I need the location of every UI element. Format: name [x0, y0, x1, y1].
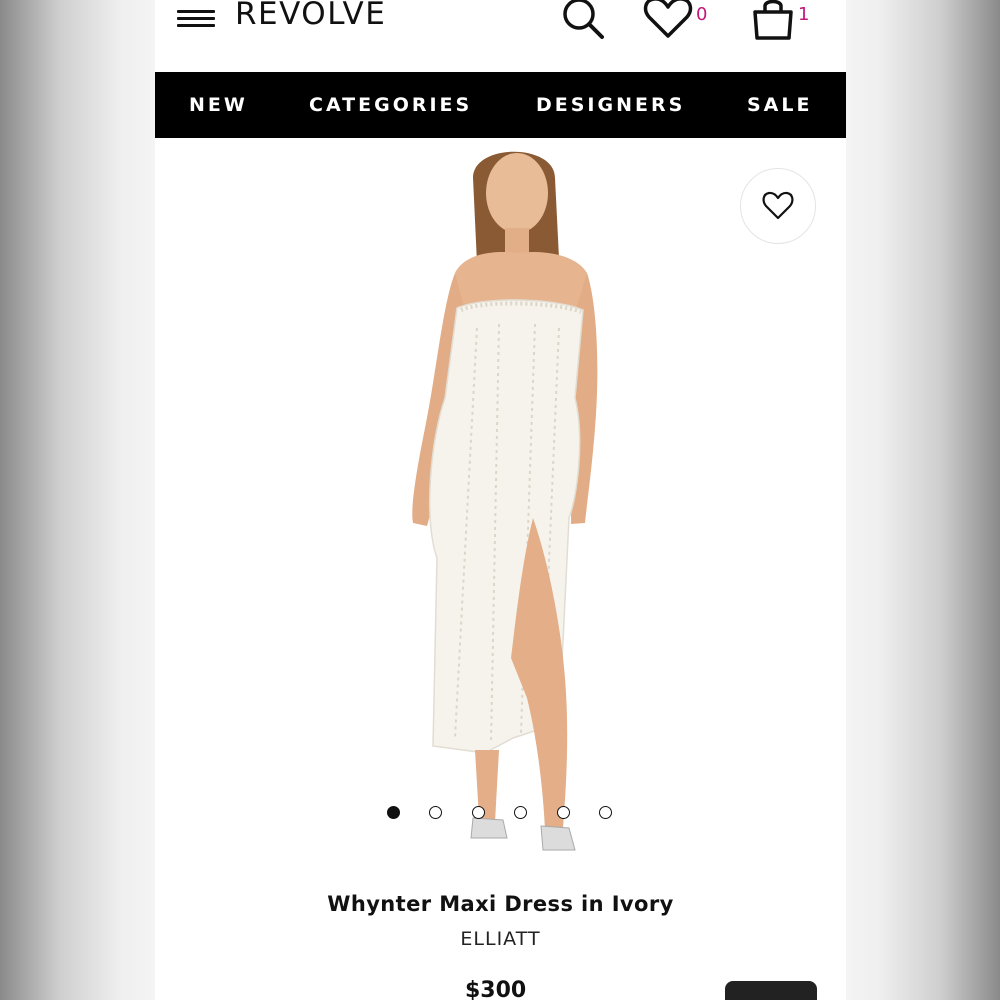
- pagination-dot-1[interactable]: [387, 806, 400, 819]
- pagination-dot-6[interactable]: [599, 806, 612, 819]
- pagination-dot-3[interactable]: [472, 806, 485, 819]
- nav-item-categories[interactable]: CATEGORIES: [309, 94, 472, 116]
- pagination-dot-2[interactable]: [429, 806, 442, 819]
- favorite-button[interactable]: [740, 168, 816, 244]
- image-pagination: [387, 806, 617, 822]
- bag-icon[interactable]: [749, 0, 797, 42]
- product-price: $300: [465, 978, 527, 1000]
- heart-icon[interactable]: [643, 0, 693, 40]
- search-icon[interactable]: [559, 0, 607, 42]
- product-designer[interactable]: ELLIATT: [155, 928, 846, 950]
- nav-item-designers[interactable]: DESIGNERS: [536, 94, 685, 116]
- bag-count: 1: [798, 4, 810, 25]
- menu-icon[interactable]: [177, 6, 215, 32]
- product-image[interactable]: [155, 138, 846, 878]
- header: REVOLVE 0 1: [155, 0, 846, 72]
- app-screen: REVOLVE 0 1 NEW CATEGORIES DESIGNERS SAL…: [155, 0, 846, 1000]
- product-title: Whynter Maxi Dress in Ivory: [327, 892, 674, 916]
- pagination-dot-5[interactable]: [557, 806, 570, 819]
- pagination-dot-4[interactable]: [514, 806, 527, 819]
- logo[interactable]: REVOLVE: [235, 0, 386, 32]
- nav-item-new[interactable]: NEW: [189, 94, 248, 116]
- nav-item-sale[interactable]: SALE: [747, 94, 812, 116]
- favorite-heart-icon: [762, 191, 794, 220]
- add-to-bag-button[interactable]: [725, 981, 817, 1000]
- category-nav: NEW CATEGORIES DESIGNERS SALE: [155, 72, 846, 138]
- model-photo: [412, 151, 598, 851]
- wishlist-count: 0: [696, 4, 708, 25]
